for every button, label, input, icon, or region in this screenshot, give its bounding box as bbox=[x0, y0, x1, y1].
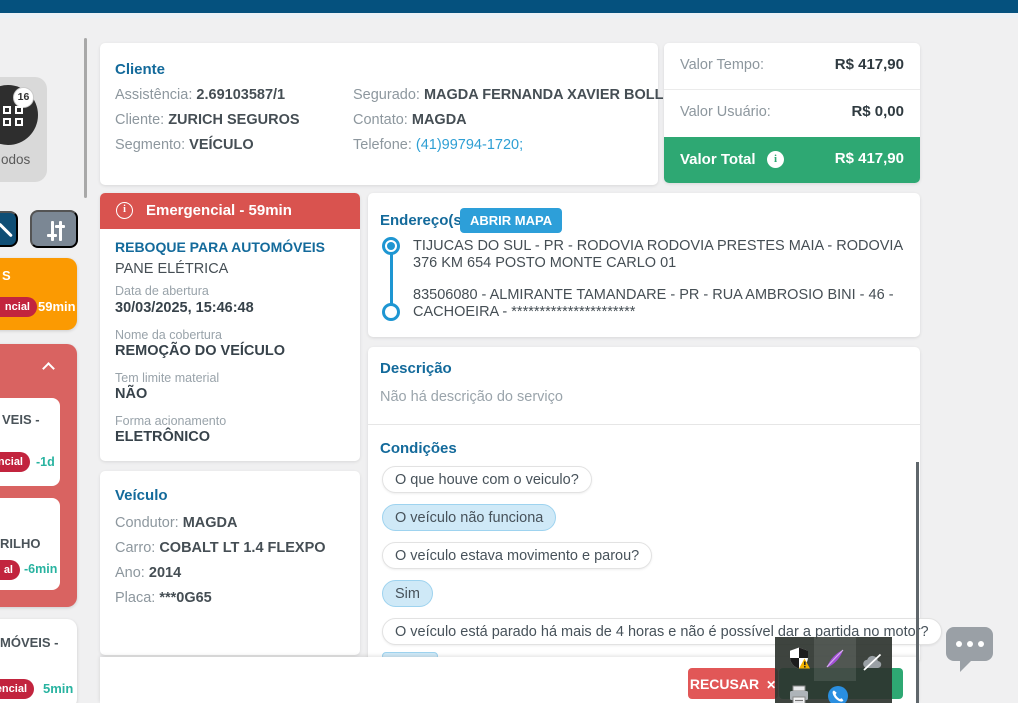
field-label: Data de abertura bbox=[115, 284, 209, 298]
service-count-badge: 16 bbox=[13, 87, 34, 108]
condition-answer-chip[interactable]: Sim bbox=[382, 580, 433, 607]
route-line bbox=[390, 254, 393, 304]
addresses-title: Endereço(s) bbox=[380, 212, 467, 229]
field-value: 30/03/2025, 15:46:48 bbox=[115, 300, 254, 316]
service-queue-card-orange[interactable] bbox=[0, 258, 77, 330]
queue-card-title: RILHO bbox=[0, 536, 41, 551]
queue-card-title: VEIS - bbox=[2, 412, 40, 427]
destination-address: 83506080 - ALMIRANTE TAMANDARE - PR - RU… bbox=[413, 287, 894, 320]
price-total-value: R$ 417,90 bbox=[834, 150, 904, 167]
phone-icon[interactable] bbox=[827, 685, 849, 703]
client-assistance-number: Assistência: 2.69103587/1 bbox=[115, 87, 286, 103]
vehicle-driver: Condutor: MAGDA bbox=[115, 515, 238, 531]
description-empty-text: Não há descrição do serviço bbox=[380, 389, 563, 405]
origin-marker-icon bbox=[382, 237, 400, 255]
condition-answer-chip[interactable]: O veículo não funciona bbox=[382, 504, 557, 531]
field-label: Nome da cobertura bbox=[115, 328, 223, 342]
destination-marker-icon bbox=[382, 303, 400, 321]
vehicle-year: Ano: 2014 bbox=[115, 565, 182, 581]
priority-badge: ncial bbox=[0, 297, 37, 317]
origin-address: TIJUCAS DO SUL - PR - RODOVIA RODOVIA PR… bbox=[413, 238, 903, 271]
grid-icon bbox=[3, 106, 24, 127]
dot-icon bbox=[956, 641, 962, 647]
client-segment: Segmento: VEÍCULO bbox=[115, 137, 254, 153]
price-row-time: Valor Tempo: R$ 417,90 bbox=[664, 43, 920, 89]
search-button[interactable] bbox=[0, 211, 18, 247]
service-type: REBOQUE PARA AUTOMÓVEIS bbox=[115, 239, 326, 255]
priority-badge: ncial bbox=[0, 452, 30, 472]
queue-card-time: 5min bbox=[43, 681, 74, 696]
info-icon[interactable]: i bbox=[767, 151, 784, 168]
insured-name: Segurado: MAGDA FERNANDA XAVIER BOLLMANN bbox=[353, 87, 707, 103]
field-value: ELETRÔNICO bbox=[115, 429, 211, 445]
field-value: NÃO bbox=[115, 386, 148, 402]
chat-bubble-button[interactable] bbox=[946, 627, 993, 661]
vehicle-plate: Placa: ***0G65 bbox=[115, 590, 212, 606]
top-strip bbox=[0, 13, 1018, 18]
price-time-value: R$ 417,90 bbox=[834, 56, 904, 73]
shield-warning-icon[interactable] bbox=[787, 646, 811, 670]
cloud-offline-icon[interactable] bbox=[860, 650, 884, 674]
open-map-button[interactable]: ABRIR MAPA bbox=[460, 208, 563, 233]
emergency-banner: i Emergencial - 59min bbox=[100, 193, 360, 229]
emergency-banner-text: Emergencial - 59min bbox=[146, 202, 292, 219]
filter-all-label: odos bbox=[1, 152, 31, 167]
price-row-total: Valor Total i R$ 417,90 bbox=[664, 137, 920, 183]
content-scrollbar[interactable] bbox=[916, 462, 919, 703]
client-name: Cliente: ZURICH SEGUROS bbox=[115, 112, 300, 128]
conditions-title: Condições bbox=[380, 440, 457, 457]
vehicle-model: Carro: COBALT LT 1.4 FLEXPO bbox=[115, 540, 326, 556]
priority-badge: gencial bbox=[0, 679, 34, 699]
tune-sliders-icon bbox=[46, 221, 66, 241]
field-label: Forma acionamento bbox=[115, 414, 227, 428]
printer-icon[interactable] bbox=[787, 684, 811, 703]
service-problem: PANE ELÉTRICA bbox=[115, 261, 229, 277]
phone-link[interactable]: (41)99794-1720; bbox=[416, 137, 523, 153]
system-tray-popup bbox=[775, 637, 892, 703]
reject-button[interactable]: RECUSAR ✕ bbox=[688, 668, 778, 699]
price-user-label: Valor Usuário: bbox=[680, 104, 771, 120]
service-dispatch-screen: 16 odos S ncial 59min VEIS - ncial -1d R… bbox=[0, 0, 1018, 703]
dot-icon bbox=[967, 641, 973, 647]
price-total-label: Valor Total bbox=[680, 151, 756, 168]
sidebar-scrollbar[interactable] bbox=[84, 38, 87, 198]
top-navigation-bar bbox=[0, 0, 1018, 13]
field-value: REMOÇÃO DO VEÍCULO bbox=[115, 343, 285, 359]
condition-question-chip[interactable]: O que houve com o veiculo? bbox=[382, 466, 592, 493]
search-icon bbox=[0, 222, 13, 238]
dot-icon bbox=[978, 641, 984, 647]
queue-card-title: MÓVEIS - bbox=[0, 635, 59, 650]
price-row-user: Valor Usuário: R$ 0,00 bbox=[664, 90, 920, 136]
chat-bubble-tail bbox=[960, 660, 972, 672]
queue-card-time: -6min bbox=[24, 562, 58, 576]
section-divider bbox=[368, 424, 920, 425]
description-title: Descrição bbox=[380, 360, 452, 377]
field-label: Tem limite material bbox=[115, 371, 220, 385]
queue-card-time: 59min bbox=[38, 299, 76, 314]
condition-question-chip[interactable]: O veículo estava movimento e parou? bbox=[382, 542, 653, 569]
price-time-label: Valor Tempo: bbox=[680, 57, 765, 73]
price-user-value: R$ 0,00 bbox=[851, 103, 904, 120]
queue-card-time: -1d bbox=[36, 455, 55, 469]
priority-badge: al bbox=[0, 560, 20, 580]
contact-name: Contato: MAGDA bbox=[353, 112, 467, 128]
queue-card-title: S bbox=[2, 268, 11, 283]
client-card-title: Cliente bbox=[115, 61, 166, 78]
info-icon: i bbox=[116, 202, 133, 219]
vehicle-card-title: Veículo bbox=[115, 487, 168, 504]
filter-settings-button[interactable] bbox=[30, 210, 78, 248]
phone-row: Telefone: (41)99794-1720; bbox=[353, 137, 524, 153]
feather-icon[interactable] bbox=[824, 648, 846, 670]
